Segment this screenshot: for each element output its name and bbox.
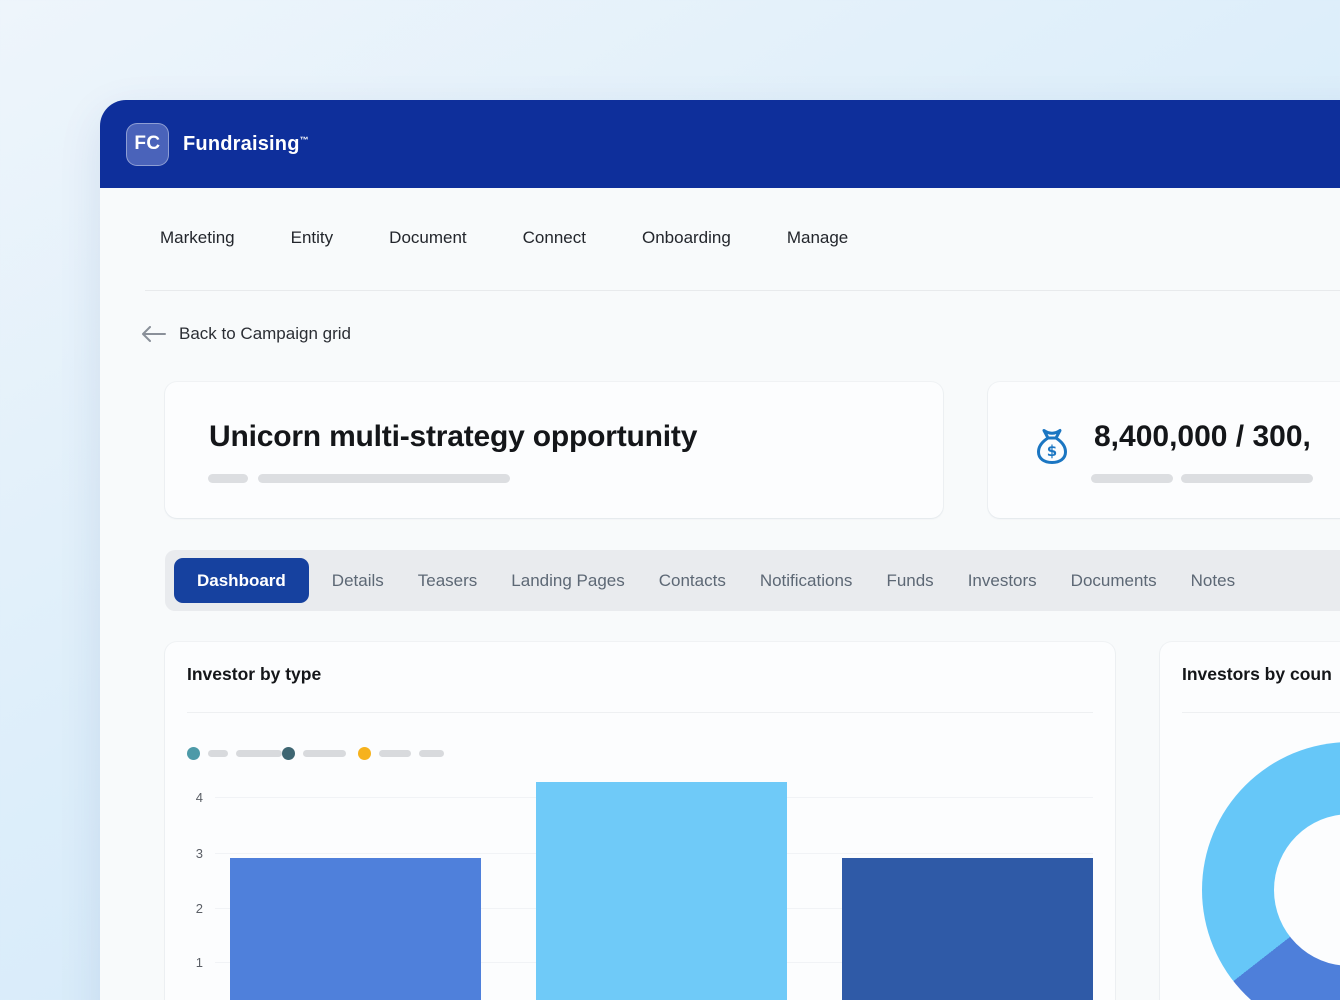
nav-item-manage[interactable]: Manage [787, 228, 848, 248]
tab-dashboard[interactable]: Dashboard [174, 558, 309, 603]
legend-label-skeleton [208, 750, 228, 757]
app-window: FC Fundraising™ Marketing Entity Documen… [100, 100, 1340, 1000]
legend-dot [358, 747, 371, 760]
legend-label-skeleton [303, 750, 346, 757]
trademark-symbol: ™ [300, 135, 309, 145]
tab-landing-pages[interactable]: Landing Pages [494, 571, 641, 591]
legend-label-skeleton [419, 750, 444, 757]
money-bag-icon: $ [1028, 424, 1076, 472]
legend-dot [187, 747, 200, 760]
skeleton-placeholder [1091, 474, 1173, 483]
chart-legend-item [187, 747, 282, 760]
tab-notes[interactable]: Notes [1174, 571, 1252, 591]
campaign-tab-bar: Dashboard Details Teasers Landing Pages … [165, 550, 1340, 611]
arrow-left-icon [142, 326, 166, 342]
y-axis-tick: 4 [183, 790, 203, 805]
legend-dot [282, 747, 295, 760]
investors-by-country-title: Investors by coun [1182, 664, 1332, 685]
card-divider [1182, 712, 1340, 713]
chart-legend-item [282, 747, 346, 760]
y-axis-tick: 2 [183, 901, 203, 916]
bar-segment [230, 858, 481, 1000]
investor-by-type-card: Investor by type 4 3 2 1 [165, 642, 1115, 1000]
nav-item-connect[interactable]: Connect [523, 228, 586, 248]
app-title: Fundraising™ [183, 133, 309, 156]
bar-segment [536, 782, 787, 1000]
campaign-title: Unicorn multi-strategy opportunity [209, 420, 697, 454]
donut-hole [1274, 814, 1340, 966]
investors-by-country-card: Investors by coun [1160, 642, 1340, 1000]
raise-amount-value: 8,400,000 / 300, [1094, 420, 1311, 454]
tab-notifications[interactable]: Notifications [743, 571, 870, 591]
tab-investors[interactable]: Investors [951, 571, 1054, 591]
card-divider [187, 712, 1093, 713]
nav-item-marketing[interactable]: Marketing [160, 228, 235, 248]
y-axis-tick: 1 [183, 955, 203, 970]
app-logo[interactable]: FC [126, 123, 169, 166]
donut-chart [1202, 742, 1340, 1000]
campaign-summary-card: Unicorn multi-strategy opportunity [165, 382, 943, 518]
skeleton-placeholder [258, 474, 510, 483]
y-axis-tick: 3 [183, 846, 203, 861]
tab-details[interactable]: Details [315, 571, 401, 591]
chart-legend-item [358, 747, 444, 760]
nav-divider [145, 290, 1340, 291]
nav-item-onboarding[interactable]: Onboarding [642, 228, 731, 248]
tab-documents[interactable]: Documents [1054, 571, 1174, 591]
nav-item-entity[interactable]: Entity [291, 228, 334, 248]
svg-text:$: $ [1047, 442, 1057, 460]
skeleton-placeholder [208, 474, 248, 483]
legend-label-skeleton [236, 750, 282, 757]
legend-label-skeleton [379, 750, 411, 757]
back-link-label: Back to Campaign grid [179, 324, 351, 344]
skeleton-placeholder [1181, 474, 1313, 483]
nav-item-document[interactable]: Document [389, 228, 466, 248]
tab-contacts[interactable]: Contacts [642, 571, 743, 591]
primary-nav: Marketing Entity Document Connect Onboar… [160, 228, 848, 248]
tab-teasers[interactable]: Teasers [401, 571, 495, 591]
app-header: FC Fundraising™ [100, 100, 1340, 188]
tab-funds[interactable]: Funds [869, 571, 950, 591]
back-to-campaign-grid-link[interactable]: Back to Campaign grid [142, 324, 351, 344]
raise-amount-card: $ 8,400,000 / 300, [988, 382, 1340, 518]
investor-by-type-title: Investor by type [187, 664, 321, 685]
bar-segment [842, 858, 1093, 1000]
